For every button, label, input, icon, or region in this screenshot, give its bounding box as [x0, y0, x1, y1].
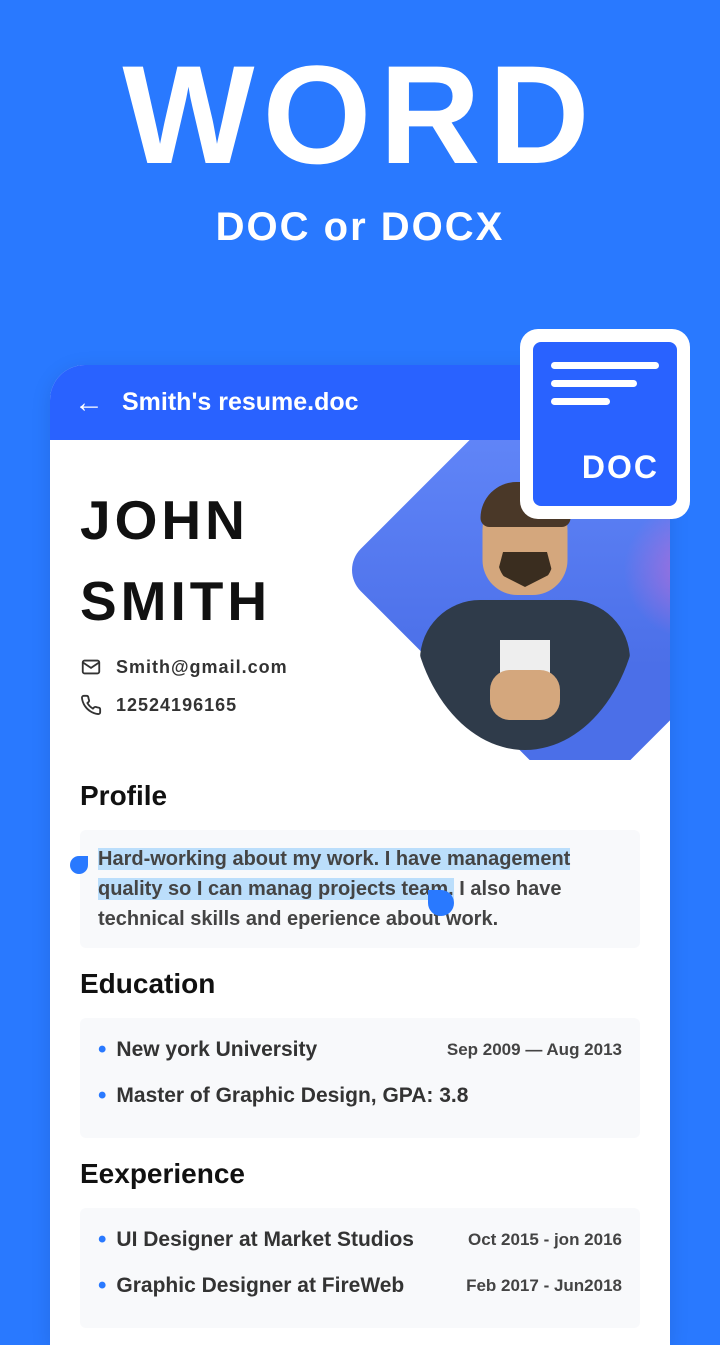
- education-box: New york University Sep 2009 — Aug 2013 …: [80, 1018, 640, 1138]
- profile-section-title: Profile: [80, 780, 640, 812]
- list-item: UI Designer at Market Studios Oct 2015 -…: [98, 1222, 622, 1258]
- resume-last-name: SMITH: [80, 571, 288, 632]
- resume-phone: 12524196165: [116, 695, 237, 716]
- resume-email: Smith@gmail.com: [116, 657, 288, 678]
- doc-badge: DOC: [520, 329, 690, 519]
- experience-item-text: UI Designer at Market Studios: [98, 1222, 414, 1258]
- list-item: New york University Sep 2009 — Aug 2013: [98, 1032, 622, 1068]
- education-item-date: Sep 2009 — Aug 2013: [447, 1037, 622, 1063]
- hero-title: WORD: [0, 45, 720, 185]
- education-section-title: Education: [80, 968, 640, 1000]
- hero-subtitle: DOC or DOCX: [0, 205, 720, 250]
- experience-item-text: Graphic Designer at FireWeb: [98, 1268, 404, 1304]
- experience-section-title: Eexperience: [80, 1158, 640, 1190]
- profile-text[interactable]: Hard-working about my work. I have manag…: [80, 830, 640, 948]
- experience-item-date: Feb 2017 - Jun2018: [466, 1273, 622, 1299]
- doc-badge-label: DOC: [551, 449, 659, 486]
- mail-icon: [80, 656, 102, 678]
- experience-box: UI Designer at Market Studios Oct 2015 -…: [80, 1208, 640, 1328]
- selection-handle-right-icon[interactable]: [428, 890, 454, 916]
- list-item: Master of Graphic Design, GPA: 3.8: [98, 1078, 622, 1114]
- back-arrow-icon[interactable]: ←: [74, 386, 104, 420]
- selection-handle-left-icon[interactable]: [70, 856, 88, 874]
- list-item: Graphic Designer at FireWeb Feb 2017 - J…: [98, 1268, 622, 1304]
- education-item-text: New york University: [98, 1032, 317, 1068]
- experience-item-date: Oct 2015 - jon 2016: [468, 1227, 622, 1253]
- document-icon: [551, 362, 659, 416]
- document-filename: Smith's resume.doc: [122, 388, 359, 417]
- education-item-text: Master of Graphic Design, GPA: 3.8: [98, 1078, 468, 1114]
- resume-first-name: JOHN: [80, 490, 288, 551]
- phone-icon: [80, 694, 102, 716]
